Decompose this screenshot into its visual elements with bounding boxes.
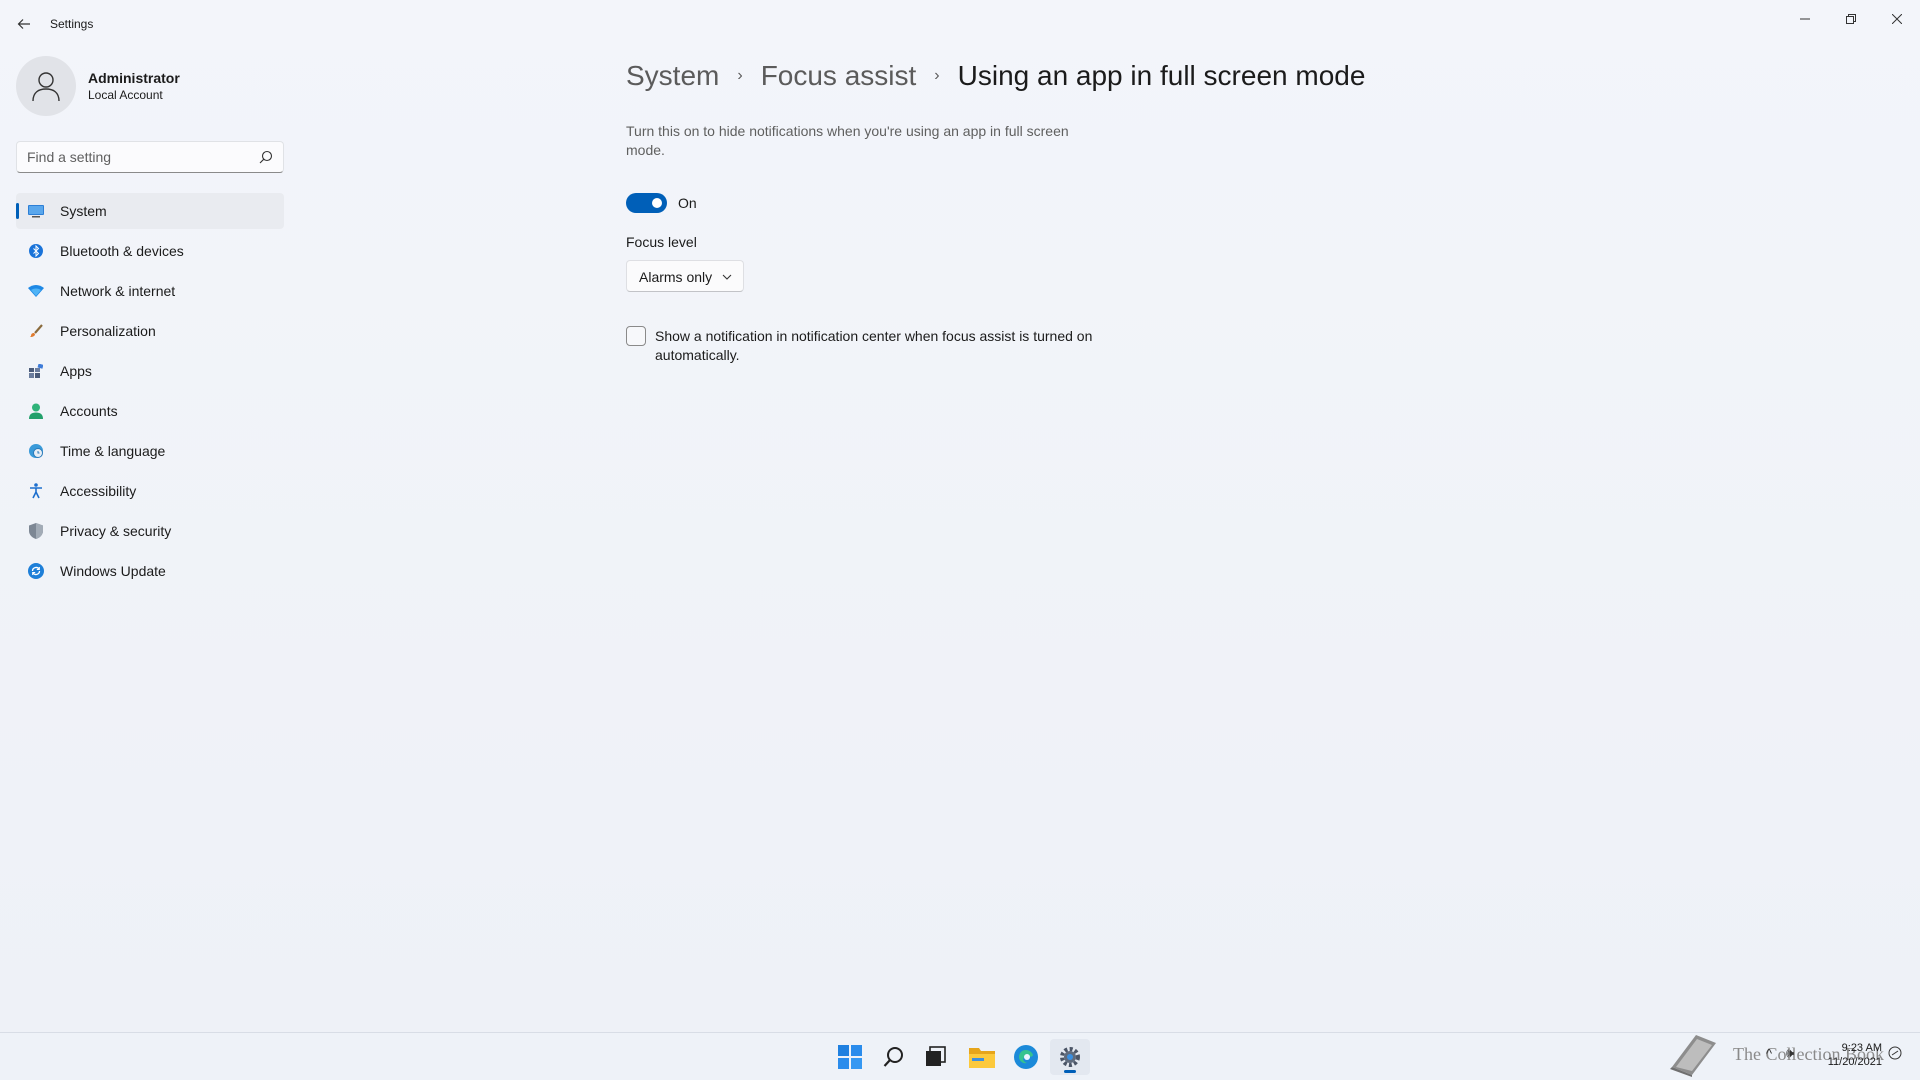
sidebar-item-privacy[interactable]: Privacy & security xyxy=(16,513,284,549)
shield-icon xyxy=(28,523,44,539)
sidebar-item-label: Network & internet xyxy=(60,283,176,299)
settings-icon[interactable] xyxy=(1050,1039,1090,1075)
page-title: Using an app in full screen mode xyxy=(957,60,1366,91)
profile-name: Administrator xyxy=(88,70,180,86)
settings-window: Settings Administrator Local Account Fin… xyxy=(0,0,1920,1032)
search-icon[interactable] xyxy=(874,1039,914,1075)
profile-account-type: Local Account xyxy=(88,88,163,102)
sidebar-item-label: System xyxy=(60,203,107,219)
back-button[interactable] xyxy=(12,12,36,36)
volume-icon[interactable]: 🕪 xyxy=(1786,1045,1794,1061)
tray-overflow-icon[interactable]: ^ xyxy=(1766,1046,1772,1061)
system-icon xyxy=(28,203,44,219)
sidebar-item-system[interactable]: System xyxy=(16,193,284,229)
close-button[interactable] xyxy=(1874,4,1920,34)
sidebar-item-label: Accessibility xyxy=(60,483,137,499)
wifi-icon xyxy=(28,283,44,299)
sidebar-item-time-language[interactable]: Time & language xyxy=(16,433,284,469)
breadcrumb: System › Focus assist › Using an app in … xyxy=(626,56,1365,96)
edge-icon[interactable] xyxy=(1006,1039,1046,1075)
clock-time: 9:23 AM xyxy=(1841,1042,1882,1054)
brush-icon xyxy=(28,323,44,339)
clock-date: 11/20/2021 xyxy=(1827,1056,1882,1068)
toggle-state-label: On xyxy=(678,195,697,211)
sidebar-item-bluetooth[interactable]: Bluetooth & devices xyxy=(16,233,284,269)
user-profile[interactable]: Administrator Local Account xyxy=(16,56,180,116)
update-icon xyxy=(28,563,44,579)
focus-level-label: Focus level xyxy=(626,234,697,250)
person-icon xyxy=(32,72,60,102)
sidebar-item-label: Apps xyxy=(60,363,92,379)
clock[interactable]: 9:23 AM 11/20/2021 xyxy=(1822,1041,1882,1069)
sidebar-item-label: Windows Update xyxy=(60,563,166,579)
sidebar-item-label: Personalization xyxy=(60,323,156,339)
breadcrumb-focus-assist[interactable]: Focus assist xyxy=(761,60,917,92)
focus-level-value: Alarms only xyxy=(639,269,713,285)
chevron-right-icon: › xyxy=(934,67,940,84)
restore-icon xyxy=(1846,14,1856,24)
back-arrow-icon xyxy=(17,19,30,29)
fullscreen-toggle[interactable] xyxy=(626,193,667,213)
file-explorer-icon[interactable] xyxy=(962,1039,1002,1075)
person-icon xyxy=(28,403,44,419)
search-input[interactable] xyxy=(17,142,253,172)
close-icon xyxy=(1892,14,1902,24)
notification-checkbox-label: Show a notification in notification cent… xyxy=(655,328,1093,363)
sidebar-item-apps[interactable]: Apps xyxy=(16,353,284,389)
app-title: Settings xyxy=(50,17,94,31)
sidebar-item-label: Time & language xyxy=(60,443,166,459)
minimize-icon xyxy=(1800,18,1810,20)
sidebar-item-label: Privacy & security xyxy=(60,523,172,539)
windows-start-icon[interactable] xyxy=(830,1039,870,1075)
chevron-down-icon xyxy=(722,274,732,280)
setting-description: Turn this on to hide notifications when … xyxy=(626,123,1069,158)
minimize-button[interactable] xyxy=(1782,4,1828,34)
avatar xyxy=(16,56,76,116)
breadcrumb-system[interactable]: System xyxy=(626,60,719,92)
bluetooth-icon xyxy=(28,243,44,259)
notification-checkbox[interactable] xyxy=(626,326,646,346)
taskbar: The Collection Book ^ 🕪 9:23 AM 11/20/20… xyxy=(0,1032,1920,1080)
search-box xyxy=(16,141,284,173)
accessibility-icon xyxy=(28,483,44,499)
restore-button[interactable] xyxy=(1828,4,1874,34)
task-view-icon[interactable] xyxy=(916,1039,956,1075)
focus-level-dropdown[interactable]: Alarms only xyxy=(626,260,744,292)
notification-icon[interactable] xyxy=(1888,1046,1902,1063)
sidebar-item-personalization[interactable]: Personalization xyxy=(16,313,284,349)
chevron-right-icon: › xyxy=(737,67,743,84)
book-watermark-icon xyxy=(1670,1035,1716,1077)
apps-icon xyxy=(28,363,44,379)
sidebar-item-label: Accounts xyxy=(60,403,118,419)
sidebar-item-accessibility[interactable]: Accessibility xyxy=(16,473,284,509)
sidebar-nav: System Bluetooth & devices Network & int… xyxy=(16,193,284,593)
sidebar-item-accounts[interactable]: Accounts xyxy=(16,393,284,429)
sidebar-item-network[interactable]: Network & internet xyxy=(16,273,284,309)
search-icon[interactable] xyxy=(259,150,273,164)
sidebar-item-windows-update[interactable]: Windows Update xyxy=(16,553,284,589)
globe-clock-icon xyxy=(28,443,44,459)
sidebar-item-label: Bluetooth & devices xyxy=(60,243,184,259)
active-indicator xyxy=(1064,1070,1076,1073)
toggle-knob xyxy=(652,198,662,208)
title-bar: Settings xyxy=(0,0,1920,48)
